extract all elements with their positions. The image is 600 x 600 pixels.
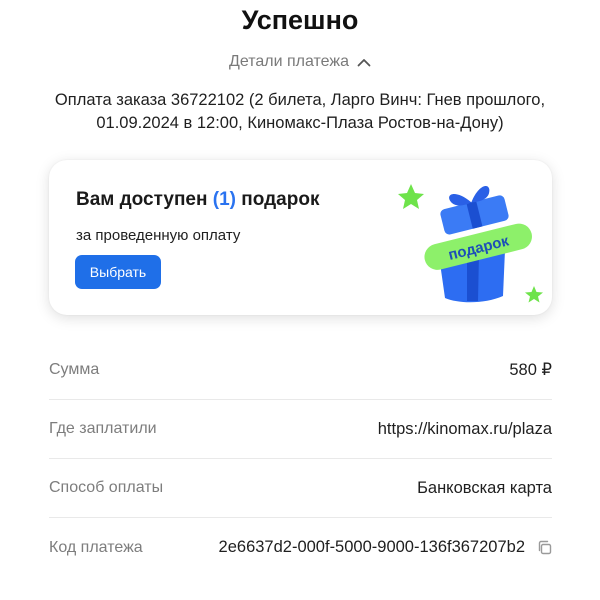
payment-details-list: Сумма 580 ₽ Где заплатили https://kinoma… <box>49 341 552 577</box>
page-title: Успешно <box>241 5 359 35</box>
payment-description: Оплата заказа 36722102 (2 билета, Ларго … <box>40 89 560 135</box>
payment-code-value: 2e6637d2-000f-5000-9000-136f367207b2 <box>218 538 525 556</box>
gift-offer-title-suffix: подарок <box>241 189 320 210</box>
payment-success-page: Успешно Детали платежа Оплата заказа 367… <box>0 0 600 600</box>
detail-row-payment-code: Код платежа 2e6637d2-000f-5000-9000-136f… <box>49 518 552 577</box>
detail-label: Способ оплаты <box>49 479 164 496</box>
detail-value: 580 ₽ <box>509 361 552 379</box>
detail-label: Код платежа <box>49 538 143 556</box>
detail-row-payment-method: Способ оплаты Банковская карта <box>49 459 552 518</box>
gift-count: (1) <box>212 189 236 210</box>
detail-label: Где заплатили <box>49 420 157 437</box>
payment-details-toggle-label: Детали платежа <box>229 53 349 70</box>
detail-row-amount: Сумма 580 ₽ <box>49 341 552 400</box>
choose-gift-button[interactable]: Выбрать <box>75 255 161 289</box>
detail-label: Сумма <box>49 361 100 378</box>
gift-box-icon: подарок <box>398 184 543 303</box>
gift-offer-card: Вам доступен (1) подарок за проведенную … <box>49 160 552 315</box>
detail-row-merchant: Где заплатили https://kinomax.ru/plaza <box>49 400 552 459</box>
gift-offer-title-prefix: Вам доступен <box>76 189 208 210</box>
star-icon <box>398 184 424 209</box>
detail-value: https://kinomax.ru/plaza <box>377 419 552 438</box>
payment-description-line: Оплата заказа 36722102 (2 билета, Ларго … <box>54 91 546 109</box>
payment-details-toggle[interactable]: Детали платежа <box>0 52 600 72</box>
payment-description-line: 01.09.2024 в 12:00, Киномакс-Плаза Росто… <box>96 114 504 132</box>
detail-value: Банковская карта <box>417 478 552 497</box>
chevron-up-icon <box>357 58 371 66</box>
gift-offer-subtitle: за проведенную оплату <box>76 227 241 244</box>
gift-offer-title: Вам доступен (1) подарок <box>76 188 319 212</box>
star-icon <box>525 286 543 303</box>
payment-code-wrap: 2e6637d2-000f-5000-9000-136f367207b2 <box>219 538 552 557</box>
copy-icon[interactable] <box>537 540 552 555</box>
